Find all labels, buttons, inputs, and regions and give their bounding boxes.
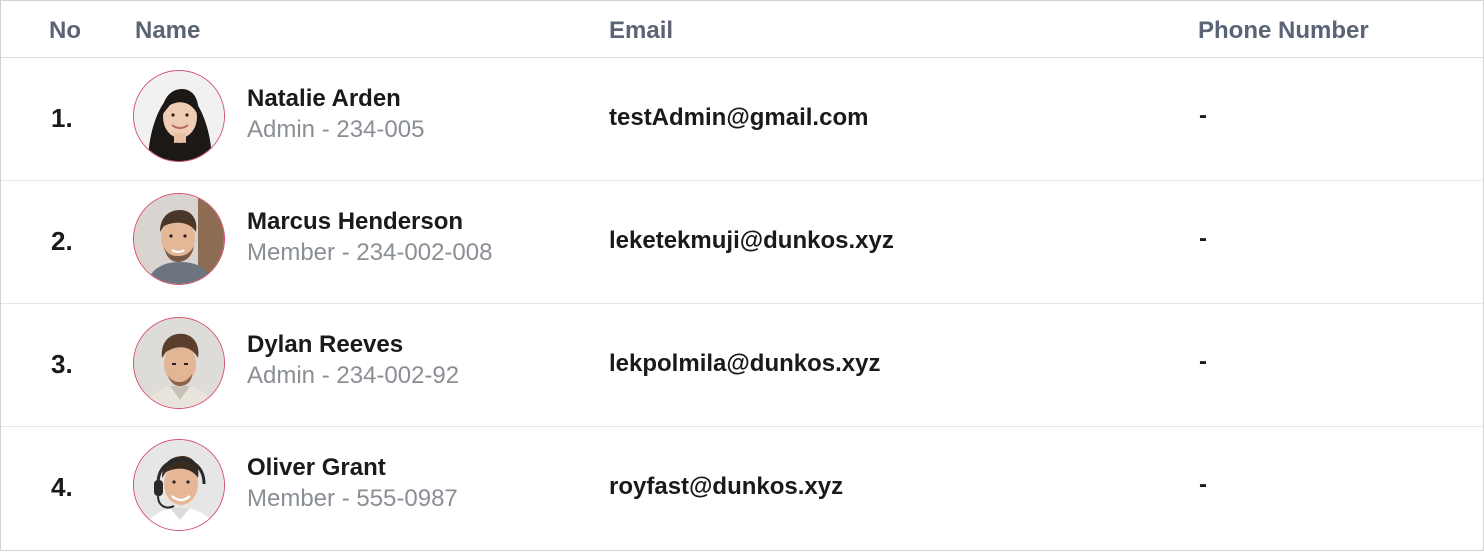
table-row[interactable]: 3. Dylan Reeves Admin - 234-002-92 lekpo… xyxy=(1,304,1483,427)
phone-cell: - xyxy=(1199,471,1207,498)
header-email[interactable]: Email xyxy=(609,17,673,45)
phone-cell: - xyxy=(1199,225,1207,252)
person-role: Admin - 234-005 xyxy=(247,116,425,143)
header-phone[interactable]: Phone Number xyxy=(1198,17,1369,45)
users-table: No Name Email Phone Number 1. Natalie Ar… xyxy=(0,0,1484,551)
table-row[interactable]: 1. Natalie Arden Admin - 234-005 testAdm… xyxy=(1,58,1483,181)
avatar xyxy=(133,439,225,531)
row-number: 1. xyxy=(51,103,73,133)
row-number: 4. xyxy=(51,472,73,502)
avatar xyxy=(133,317,225,409)
name-cell: Oliver Grant Member - 555-0987 xyxy=(247,453,458,515)
phone-cell: - xyxy=(1199,102,1207,129)
person-name[interactable]: Natalie Arden xyxy=(247,84,424,114)
table-row[interactable]: 2. Marcus Henderson Member - 234-002-008… xyxy=(1,181,1483,304)
email-cell: royfast@dunkos.xyz xyxy=(609,473,844,500)
header-no[interactable]: No xyxy=(49,17,81,45)
email-cell: testAdmin@gmail.com xyxy=(609,104,869,131)
name-cell: Marcus Henderson Member - 234-002-008 xyxy=(247,207,492,269)
person-name[interactable]: Marcus Henderson xyxy=(247,207,492,237)
table-row[interactable]: 4. Oliver Grant Member - 555-0987 royfas… xyxy=(1,427,1483,549)
header-name[interactable]: Name xyxy=(135,17,200,45)
person-name[interactable]: Oliver Grant xyxy=(247,453,458,483)
name-cell: Natalie Arden Admin - 234-005 xyxy=(247,84,424,146)
email-cell: leketekmuji@dunkos.xyz xyxy=(609,227,894,254)
avatar xyxy=(133,70,225,162)
name-cell: Dylan Reeves Admin - 234-002-92 xyxy=(247,330,459,392)
email-cell: lekpolmila@dunkos.xyz xyxy=(609,350,881,377)
row-number: 2. xyxy=(51,226,73,256)
table-header: No Name Email Phone Number xyxy=(1,1,1483,58)
person-role: Member - 555-0987 xyxy=(247,485,458,512)
phone-cell: - xyxy=(1199,348,1207,375)
person-name[interactable]: Dylan Reeves xyxy=(247,330,459,360)
person-role: Admin - 234-002-92 xyxy=(247,362,460,389)
row-number: 3. xyxy=(51,349,73,379)
avatar xyxy=(133,193,225,285)
person-role: Member - 234-002-008 xyxy=(247,239,493,266)
